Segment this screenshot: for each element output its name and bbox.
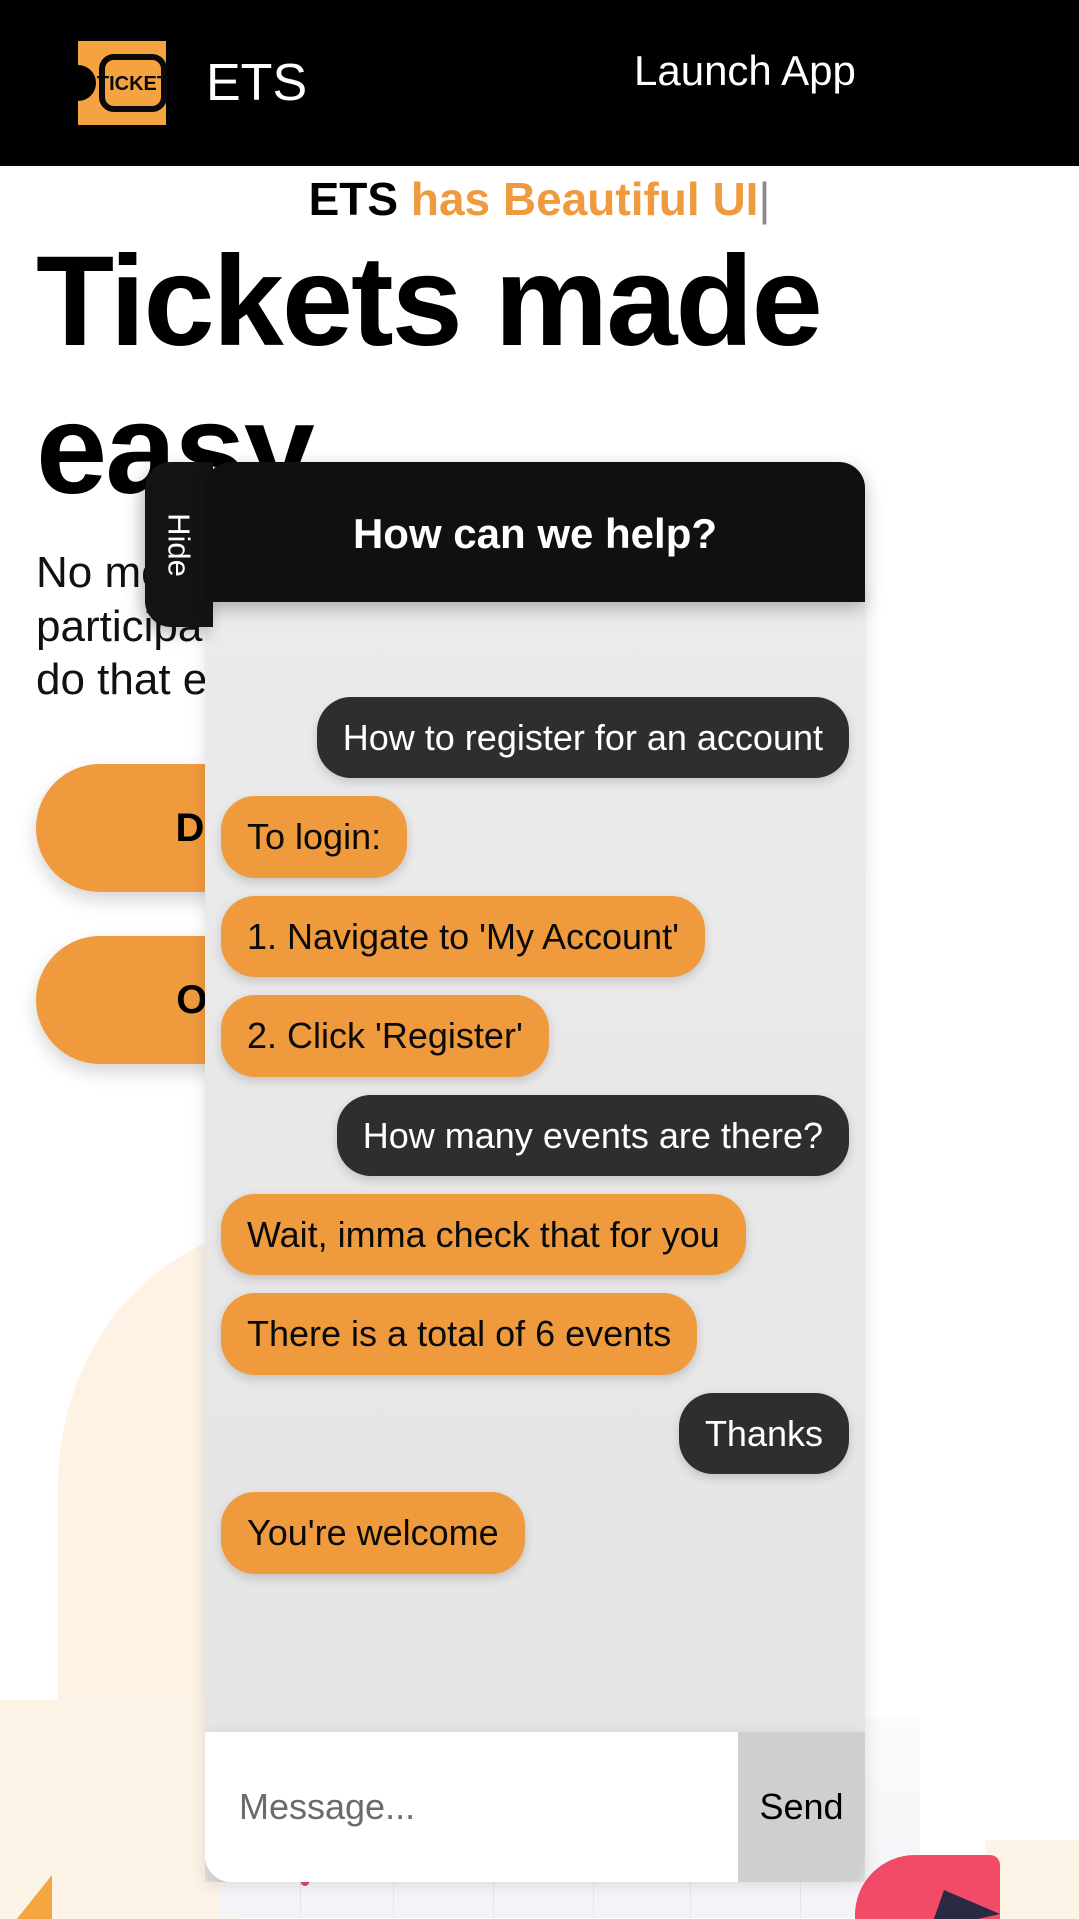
page-root: TICKET ETS Launch App ETS has Beautiful … xyxy=(0,0,1079,1919)
chat-widget: Hide How to register for an account To lo… xyxy=(145,462,865,1919)
chat-message-row: Thanks xyxy=(205,1392,865,1475)
user-message-bubble: How many events are there? xyxy=(336,1094,849,1176)
chat-message-row: How many events are there? xyxy=(205,1094,865,1176)
hide-chat-button[interactable]: Hide xyxy=(145,462,213,627)
chat-input-bar: Send xyxy=(205,1732,865,1882)
brand-name: ETS xyxy=(206,54,308,112)
bot-message-bubble: 1. Navigate to 'My Account' xyxy=(221,895,705,978)
chat-message-row: To login: xyxy=(205,796,865,878)
hide-chat-label: Hide xyxy=(161,512,197,577)
send-button[interactable]: Send xyxy=(738,1732,865,1882)
decorative-beige-strip xyxy=(0,1700,240,1919)
svg-text:TICKET: TICKET xyxy=(97,73,169,95)
chat-body: How to register for an account To login: 1… xyxy=(205,592,865,1882)
user-message-bubble: Thanks xyxy=(678,1392,849,1475)
chat-header: How can we help? xyxy=(205,462,865,602)
chat-message-row: You're welcome xyxy=(205,1492,865,1574)
launch-app-button[interactable]: Launch App xyxy=(634,50,856,92)
brand-logo-group[interactable]: TICKET ETS xyxy=(68,35,307,131)
typed-accent: has Beautiful UI xyxy=(410,173,759,225)
ticket-icon: TICKET xyxy=(68,35,176,131)
bot-message-bubble: You're welcome xyxy=(221,1492,525,1574)
chat-header-title: How can we help? xyxy=(352,510,718,557)
chat-message-row: Wait, imma check that for you xyxy=(205,1193,865,1276)
message-input[interactable] xyxy=(205,1732,738,1882)
chat-message-row: There is a total of 6 events xyxy=(205,1293,865,1375)
bot-message-bubble: There is a total of 6 events xyxy=(221,1293,698,1375)
bot-message-bubble: Wait, imma check that for you xyxy=(221,1193,746,1276)
chat-message-row: How to register for an account xyxy=(205,697,865,779)
bot-message-bubble: 2. Click 'Register' xyxy=(221,995,549,1077)
user-message-bubble: How to register for an account xyxy=(316,697,849,779)
typed-caret: | xyxy=(758,173,771,225)
chat-message-row: 2. Click 'Register' xyxy=(205,995,865,1077)
chat-message-row: 1. Navigate to 'My Account' xyxy=(205,895,865,978)
bot-message-bubble: To login: xyxy=(221,796,408,878)
typed-prefix: ETS xyxy=(308,173,411,225)
typed-tagline: ETS has Beautiful UI| xyxy=(0,176,1079,222)
top-navbar: TICKET ETS Launch App xyxy=(0,0,1079,166)
chat-message-list[interactable]: How to register for an account To login: 1… xyxy=(205,697,865,1817)
